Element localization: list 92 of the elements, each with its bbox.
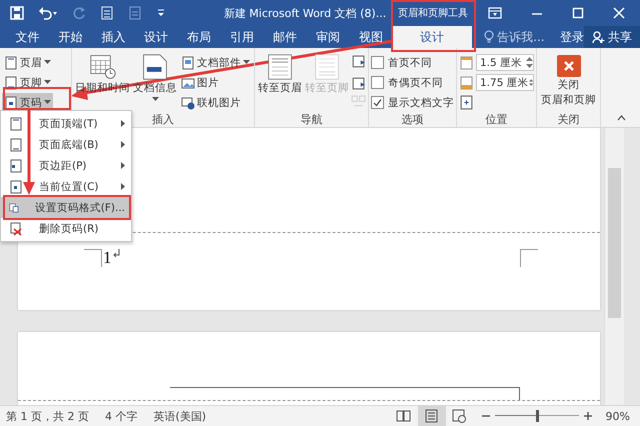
page-bottom-icon <box>9 138 23 152</box>
header-margin-icon <box>459 56 473 70</box>
menu-item[interactable]: 设置页码格式(F)... <box>1 197 131 218</box>
format-page-number-icon <box>9 200 19 214</box>
spin-arrows-icon[interactable] <box>526 56 533 69</box>
zoom-percent[interactable]: 90% <box>606 410 630 422</box>
document-parts-icon <box>181 56 195 70</box>
ribbon-button[interactable]: 转至页眉 <box>257 53 303 96</box>
page-margin-icon <box>9 158 23 172</box>
word-count-text[interactable]: 4 个字 <box>104 408 138 424</box>
footer-margin-icon <box>459 76 473 90</box>
header-page-icon <box>267 54 293 80</box>
undo-icon[interactable] <box>38 6 58 20</box>
ribbon-tab[interactable]: 引用 <box>220 26 264 48</box>
remove-page-number-icon <box>9 222 23 236</box>
ribbon-button[interactable]: 页脚 <box>2 73 53 92</box>
zoom-in-icon[interactable] <box>584 412 592 420</box>
ribbon-tab[interactable]: 设计 <box>392 26 472 48</box>
alignment-tab-icon[interactable] <box>459 95 474 110</box>
web-layout-icon <box>452 409 468 423</box>
menu-item[interactable]: 当前位置(C) <box>1 176 131 197</box>
page-top-icon <box>9 116 23 130</box>
window-title: 新建 Microsoft Word 文档 (8)... <box>223 6 387 20</box>
menu-item[interactable]: 页面顶端(T) <box>1 113 131 134</box>
ribbon-tab[interactable]: 邮件 <box>264 26 306 48</box>
document-icon[interactable] <box>128 6 142 20</box>
online-picture-icon <box>181 96 195 110</box>
document-grid-icon[interactable] <box>100 6 114 20</box>
vertical-scrollbar[interactable] <box>604 128 624 405</box>
maximize-icon[interactable] <box>572 7 584 19</box>
menu-item[interactable]: 页边距(P) <box>1 155 131 176</box>
ribbon-tab[interactable]: 视图 <box>349 26 392 48</box>
ribbon-tab[interactable]: 文件 <box>6 26 49 48</box>
ribbon-tab[interactable]: 设计 <box>134 26 178 48</box>
page-icon <box>4 56 18 70</box>
tell-me-field[interactable]: 告诉我... <box>484 26 554 48</box>
ribbon-tab[interactable]: 布局 <box>178 26 221 48</box>
group-label: 选项 <box>402 112 424 127</box>
previous-section-icon[interactable] <box>351 55 366 70</box>
page-current-icon <box>9 180 23 194</box>
share-button[interactable]: 共享 <box>584 26 640 48</box>
ribbon-button[interactable]: 图片 <box>179 73 252 92</box>
paragraph-mark-icon <box>112 249 120 258</box>
spin-field[interactable]: 1.75 厘米 <box>476 74 534 91</box>
checkbox[interactable] <box>371 76 384 89</box>
close-header-footer-button[interactable]: 关闭 页眉和页脚 <box>539 53 598 109</box>
close-x-icon <box>556 55 580 77</box>
checkbox-label: 显示文档文字 <box>388 96 454 110</box>
read-mode-icon <box>396 409 412 423</box>
sign-in-link[interactable]: 登录 <box>560 26 584 48</box>
ribbon-tab[interactable]: 审阅 <box>306 26 350 48</box>
ribbon-tab[interactable]: 插入 <box>92 26 135 48</box>
page-count-text[interactable]: 第 1 页，共 2 页 <box>6 408 89 424</box>
document-info-icon <box>142 54 168 80</box>
zoom-thumb[interactable] <box>536 410 539 422</box>
ribbon-tab[interactable]: 开始 <box>48 26 92 48</box>
view-button[interactable] <box>418 406 446 426</box>
spin-field[interactable]: 1.5 厘米 <box>476 54 534 71</box>
menu-item[interactable]: 删除页码(R) <box>1 218 131 239</box>
highlight-frame <box>3 87 71 110</box>
collapse-ribbon-icon[interactable] <box>617 115 626 121</box>
language-text[interactable]: 英语(美国) <box>153 408 206 424</box>
save-icon[interactable] <box>10 6 24 20</box>
group-label: 插入 <box>152 112 174 127</box>
page-icon <box>4 76 18 90</box>
checkbox-label: 奇偶页不同 <box>388 76 443 90</box>
footer-page-icon <box>314 54 340 80</box>
page-number-icon <box>4 96 18 110</box>
ribbon-button[interactable]: 页眉 <box>2 53 53 72</box>
menu-item[interactable]: 页面底端(B) <box>1 134 131 155</box>
lightbulb-icon <box>484 30 494 44</box>
customize-caret-icon[interactable] <box>156 8 166 18</box>
ribbon-button[interactable]: 文档部件 <box>179 53 252 72</box>
ribbon-button[interactable]: 联机图片 <box>179 93 252 112</box>
crop-mark <box>520 249 538 267</box>
ribbon-button[interactable]: 文档信息 <box>132 53 178 103</box>
person-add-icon <box>592 30 606 44</box>
ribbon-display-icon[interactable] <box>488 7 502 19</box>
next-section-icon[interactable] <box>351 75 366 90</box>
group-label: 位置 <box>486 112 508 127</box>
picture-icon <box>181 76 195 90</box>
calendar-clock-icon <box>90 54 116 80</box>
checkbox[interactable] <box>371 96 384 109</box>
group-label: 导航 <box>300 112 322 127</box>
crop-mark <box>84 249 102 267</box>
page-number[interactable]: 1 <box>103 249 112 267</box>
checkbox-label: 首页不同 <box>388 56 432 70</box>
group-label: 关闭 <box>558 112 580 127</box>
checkbox[interactable] <box>371 56 384 69</box>
close-icon[interactable] <box>613 7 626 19</box>
print-layout-icon <box>424 409 440 423</box>
checkmark-icon <box>373 98 382 107</box>
